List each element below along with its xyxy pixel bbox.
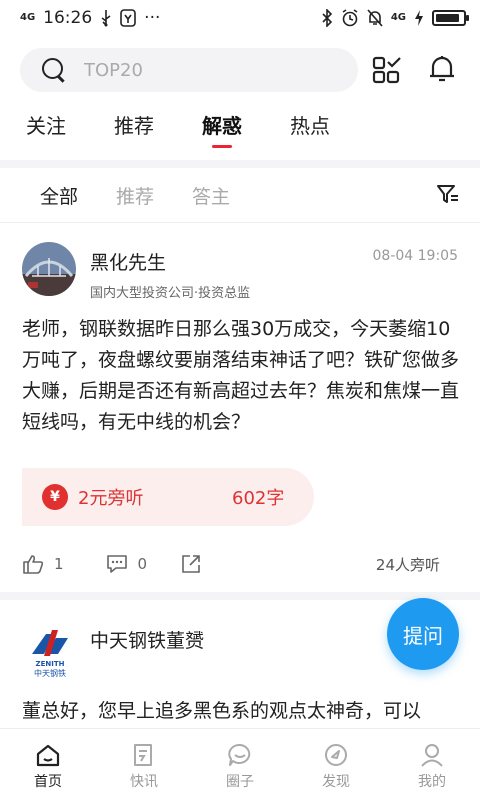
- subtab-recommend[interactable]: 推荐: [116, 182, 154, 209]
- comment-button[interactable]: 0: [106, 554, 148, 574]
- nav-profile-label: 我的: [418, 774, 446, 790]
- circle-chat-icon: [228, 743, 251, 766]
- nav-news-label: 快讯: [130, 774, 158, 790]
- usb-icon: [101, 10, 111, 27]
- subtab-all[interactable]: 全部: [40, 182, 78, 209]
- network-indicator: 4G: [20, 12, 36, 23]
- sub-tabs: 全部 推荐 答主: [0, 168, 480, 222]
- main-tabs: 关注 推荐 解惑 热点: [0, 108, 480, 158]
- tab-hot[interactable]: 热点: [290, 108, 330, 148]
- svg-text:中天钢铁: 中天钢铁: [34, 668, 66, 678]
- tab-qa[interactable]: 解惑: [202, 108, 242, 148]
- like-button[interactable]: 1: [22, 554, 64, 574]
- nav-discover-label: 发现: [322, 774, 350, 790]
- share-button[interactable]: [181, 554, 201, 574]
- news-icon: [134, 744, 152, 766]
- avatar-image: [22, 242, 76, 296]
- home-icon: [36, 744, 60, 767]
- post-separator: [0, 592, 480, 600]
- author-name[interactable]: 黑化先生: [90, 248, 166, 275]
- filter-icon[interactable]: [436, 183, 460, 205]
- comment-icon: [106, 555, 127, 573]
- listen-price: 2元旁听: [78, 488, 144, 509]
- thumbs-up-icon: [23, 555, 44, 574]
- search-input[interactable]: [84, 59, 304, 81]
- mute-bell-icon: [367, 9, 383, 27]
- nav-profile[interactable]: 我的: [384, 729, 480, 800]
- nav-news[interactable]: 快讯: [96, 729, 192, 800]
- question-card[interactable]: 黑化先生 国内大型投资公司·投资总监 08-04 19:05 老师，钢联数据昨日…: [0, 222, 480, 592]
- status-time: 16:26: [43, 8, 93, 28]
- notification-bell-icon[interactable]: [428, 54, 456, 84]
- avatar[interactable]: [22, 242, 76, 296]
- signal-network-indicator: 4G: [390, 12, 406, 23]
- nav-discover[interactable]: 发现: [288, 729, 384, 800]
- zenith-logo: ZENITH 中天钢铁: [22, 626, 78, 682]
- share-icon: [182, 555, 200, 573]
- apps-check-icon[interactable]: [372, 56, 402, 84]
- compass-icon: [325, 744, 347, 766]
- like-count: 1: [54, 555, 64, 573]
- search-icon: [40, 56, 68, 84]
- action-bar: 1 0 24人旁听: [22, 549, 462, 579]
- post-time: 08-04 19:05: [372, 248, 458, 264]
- nav-home-label: 首页: [34, 774, 62, 790]
- alarm-icon: [342, 9, 358, 27]
- nav-circle-label: 圈子: [226, 774, 254, 790]
- battery-icon: [432, 10, 469, 26]
- search-row: [0, 44, 480, 96]
- app-notification-icon: [120, 9, 136, 27]
- answer-word-count: 602字: [232, 488, 285, 509]
- section-divider: [0, 160, 480, 168]
- subtab-answerers[interactable]: 答主: [192, 182, 230, 209]
- nav-circle[interactable]: 圈子: [192, 729, 288, 800]
- yen-icon: ¥: [42, 484, 68, 510]
- user-icon: [421, 744, 443, 767]
- battery-fill: [436, 14, 459, 22]
- author-title: 国内大型投资公司·投资总监: [90, 286, 251, 301]
- bottom-nav: 首页 快讯 圈子 发现 我的: [0, 728, 480, 800]
- author-name[interactable]: 中天钢铁董赟: [90, 626, 204, 653]
- question-text[interactable]: 老师，钢联数据昨日那么强30万成交，今天萎缩10万吨了，夜盘螺纹要崩落结束神话了…: [22, 314, 462, 438]
- nav-home[interactable]: 首页: [0, 729, 96, 800]
- ask-question-button[interactable]: 提问: [387, 598, 459, 670]
- tab-recommend[interactable]: 推荐: [114, 108, 154, 148]
- listener-count: 24人旁听: [375, 555, 440, 574]
- question-text[interactable]: 董总好，您早上追多黑色系的观点太神奇，可以: [22, 696, 462, 727]
- tab-follow[interactable]: 关注: [26, 108, 66, 148]
- more-indicator: ···: [144, 8, 161, 28]
- svg-text:ZENITH: ZENITH: [36, 660, 65, 668]
- status-bar: 4G 16:26 ··· 4G: [0, 0, 480, 36]
- charging-icon: [415, 10, 423, 26]
- search-box[interactable]: [20, 48, 358, 92]
- author-logo[interactable]: ZENITH 中天钢铁: [22, 626, 78, 682]
- bluetooth-icon: [322, 9, 332, 27]
- listen-button[interactable]: ¥ 2元旁听 602字: [22, 468, 314, 526]
- comment-count: 0: [137, 555, 148, 573]
